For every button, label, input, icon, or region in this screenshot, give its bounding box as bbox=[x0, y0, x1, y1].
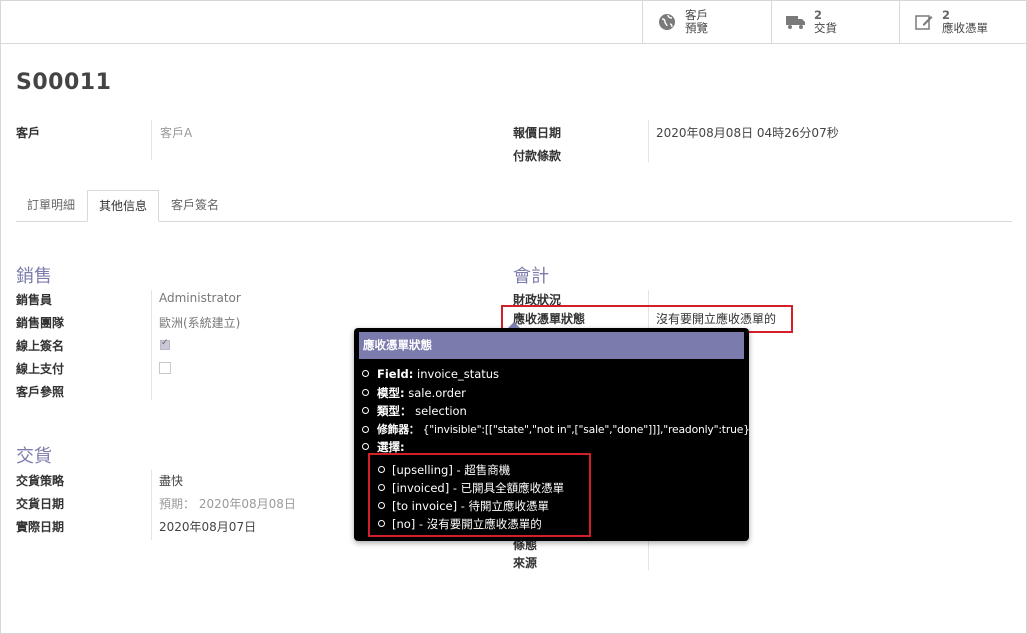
sales-heading: 銷售 bbox=[16, 266, 52, 287]
bullet-icon bbox=[362, 407, 369, 414]
customer-reference-label: 客戶參照 bbox=[16, 385, 65, 399]
payment-terms-label: 付款條款 bbox=[513, 149, 562, 163]
delivery-label: 交貨 bbox=[814, 21, 837, 35]
divider bbox=[648, 120, 649, 162]
delivery-heading: 交貨 bbox=[16, 446, 52, 467]
smart-button-bar: 客戶 預覽 2 交貨 2 應收憑單 bbox=[1, 1, 1026, 44]
tab-customer-signature[interactable]: 客戶簽名 bbox=[160, 190, 230, 221]
divider bbox=[151, 120, 152, 160]
customer-value[interactable]: 客戶A bbox=[160, 124, 192, 141]
actual-date-label: 實際日期 bbox=[16, 520, 65, 534]
delivery-date-label: 交貨日期 bbox=[16, 497, 65, 511]
divider bbox=[648, 540, 649, 570]
highlight-selection-options bbox=[368, 453, 591, 537]
truck-icon bbox=[786, 12, 806, 32]
tooltip-model-row: 模型: sale.order bbox=[362, 385, 466, 401]
online-payment-label: 線上支付 bbox=[16, 362, 65, 376]
bullet-icon bbox=[362, 425, 369, 433]
notebook-tabs: 訂單明細 其他信息 客戶簽名 bbox=[16, 190, 1012, 222]
bullet-icon bbox=[362, 443, 369, 450]
globe-icon bbox=[657, 12, 677, 32]
tooltip-field-row: Field: invoice_status bbox=[362, 367, 499, 381]
sales-team-value[interactable]: 歐洲(系統建立) bbox=[159, 314, 240, 331]
tooltip-caret bbox=[508, 322, 520, 328]
tab-order-lines[interactable]: 訂單明細 bbox=[16, 190, 86, 221]
accounting-heading: 會計 bbox=[513, 266, 549, 287]
delivery-date-value[interactable]: 預期： 2020年08月08日 bbox=[159, 495, 296, 512]
tooltip-modifiers-row: 修飾器： {"invisible":[["state","not in",["s… bbox=[362, 421, 750, 437]
sales-team-label: 銷售團隊 bbox=[16, 316, 65, 330]
quote-date-label: 報價日期 bbox=[513, 126, 562, 140]
tooltip-type-row: 類型： selection bbox=[362, 403, 467, 419]
source-label: 來源 bbox=[513, 556, 538, 570]
delivery-policy-label: 交貨策略 bbox=[16, 474, 65, 488]
online-signature-label: 線上簽名 bbox=[16, 339, 65, 353]
edit-icon bbox=[914, 12, 934, 32]
record-title: S00011 bbox=[16, 70, 112, 95]
actual-date-value[interactable]: 2020年08月07日 bbox=[159, 518, 256, 535]
customer-preview-label-2: 預覽 bbox=[685, 21, 708, 35]
invoice-button[interactable]: 2 應收憑單 bbox=[899, 1, 1026, 43]
divider bbox=[151, 470, 152, 540]
divider bbox=[151, 290, 152, 400]
online-signature-checkbox[interactable] bbox=[160, 338, 170, 350]
invoice-label: 應收憑單 bbox=[942, 21, 988, 35]
salesperson-value[interactable]: Administrator bbox=[159, 291, 241, 305]
tooltip-title: 應收憑單狀態 bbox=[359, 332, 744, 359]
tab-other-info[interactable]: 其他信息 bbox=[87, 190, 159, 222]
customer-preview-button[interactable]: 客戶 預覽 bbox=[642, 1, 771, 43]
customer-label: 客戶 bbox=[16, 126, 41, 140]
delivery-policy-value[interactable]: 盡快 bbox=[159, 472, 183, 489]
bullet-icon bbox=[362, 389, 369, 396]
quote-date-value[interactable]: 2020年08月08日 04時26分07秒 bbox=[656, 124, 839, 141]
salesperson-label: 銷售員 bbox=[16, 293, 53, 307]
bullet-icon bbox=[362, 370, 369, 377]
online-payment-checkbox[interactable] bbox=[159, 362, 171, 374]
delivery-button[interactable]: 2 交貨 bbox=[771, 1, 899, 43]
